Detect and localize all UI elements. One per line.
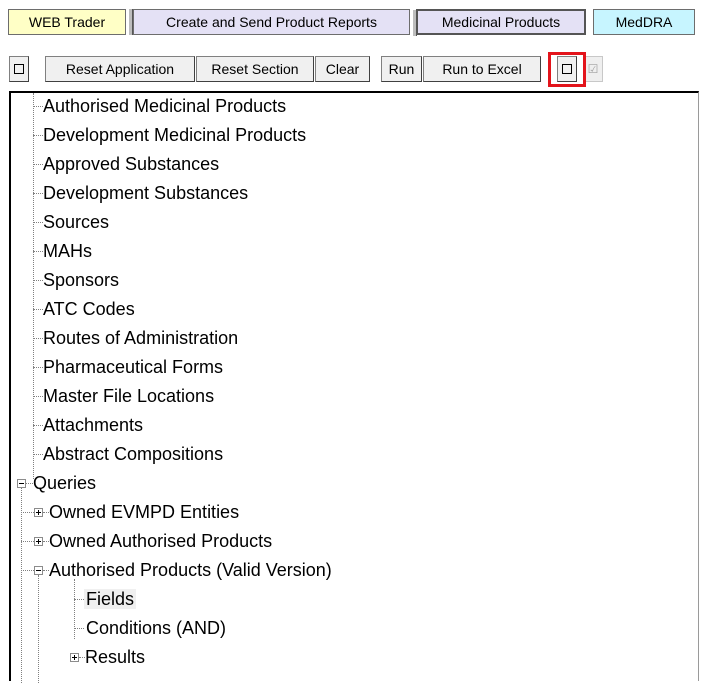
tree-guide-line [21, 488, 22, 683]
square-icon [14, 63, 24, 74]
run-to-excel-button[interactable]: Run to Excel [423, 56, 541, 82]
tree-item-pharmaceutical-forms[interactable]: Pharmaceutical Forms [43, 355, 223, 379]
tree-guide-line [74, 579, 75, 639]
square-icon [562, 63, 572, 74]
run-button[interactable]: Run [381, 56, 422, 82]
tree-guide-line [33, 93, 34, 479]
tab-create-send-product-reports[interactable]: Create and Send Product Reports [129, 9, 410, 35]
tree-branch [33, 193, 43, 194]
tree-item-atc-codes[interactable]: ATC Codes [43, 297, 135, 321]
collapse-icon[interactable] [34, 566, 43, 575]
tab-meddra[interactable]: MedDRA [593, 9, 695, 35]
tree-item-conditions-and[interactable]: Conditions (AND) [86, 616, 226, 640]
checked-box-button[interactable]: ☑ [583, 56, 603, 82]
tree-item-mahs[interactable]: MAHs [43, 239, 92, 263]
tree-guide-line [38, 575, 39, 683]
clear-button[interactable]: Clear [315, 56, 370, 82]
tree-item-master-file-locations[interactable]: Master File Locations [43, 384, 214, 408]
expand-icon[interactable] [34, 508, 43, 517]
tree-branch [26, 483, 33, 484]
collapse-square-button[interactable] [9, 56, 29, 82]
tree-branch [33, 106, 43, 107]
tree-item-fields[interactable]: Fields [84, 587, 137, 611]
tree-item-attachments[interactable]: Attachments [43, 413, 143, 437]
tree-item-abstract-compositions[interactable]: Abstract Compositions [43, 442, 223, 466]
tree-item-approved-substances[interactable]: Approved Substances [43, 152, 219, 176]
select-square-button[interactable] [557, 56, 577, 82]
tree-branch [74, 628, 84, 629]
tree-item-queries[interactable]: Queries [33, 471, 96, 495]
tree-branch [33, 251, 43, 252]
checkbox-icon: ☑ [587, 62, 599, 76]
tree-branch [33, 164, 43, 165]
collapse-icon[interactable] [17, 479, 26, 488]
reset-section-button[interactable]: Reset Section [196, 56, 314, 82]
tree-branch [33, 309, 43, 310]
tree-item-routes-of-administration[interactable]: Routes of Administration [43, 326, 238, 350]
tree-item-development-medicinal-products[interactable]: Development Medicinal Products [43, 123, 306, 147]
tree-item-sponsors[interactable]: Sponsors [43, 268, 119, 292]
tree-branch [33, 396, 43, 397]
tree-branch [33, 454, 43, 455]
tree-item-authorised-products-valid-version[interactable]: Authorised Products (Valid Version) [49, 558, 332, 582]
tree-item-authorised-medicinal-products[interactable]: Authorised Medicinal Products [43, 94, 286, 118]
tree-item-results[interactable]: Results [85, 645, 145, 669]
tree-branch [33, 367, 43, 368]
tree-item-owned-evmpd-entities[interactable]: Owned EVMPD Entities [49, 500, 239, 524]
tree-branch [33, 425, 43, 426]
tree-branch [33, 280, 43, 281]
tab-medicinal-products[interactable]: Medicinal Products [413, 9, 586, 36]
reset-application-button[interactable]: Reset Application [45, 56, 195, 82]
tree-item-sources[interactable]: Sources [43, 210, 109, 234]
tree-branch [33, 338, 43, 339]
expand-icon[interactable] [34, 537, 43, 546]
tree-item-fields-label: Fields [84, 589, 137, 609]
tab-web-trader[interactable]: WEB Trader [8, 9, 126, 35]
tree-branch [33, 135, 43, 136]
tree-branch [74, 599, 84, 600]
tree-branch [33, 222, 43, 223]
tree-item-owned-authorised-products[interactable]: Owned Authorised Products [49, 529, 272, 553]
tree-item-development-substances[interactable]: Development Substances [43, 181, 248, 205]
tree-panel: Authorised Medicinal Products Developmen… [9, 91, 699, 683]
expand-icon[interactable] [70, 653, 79, 662]
